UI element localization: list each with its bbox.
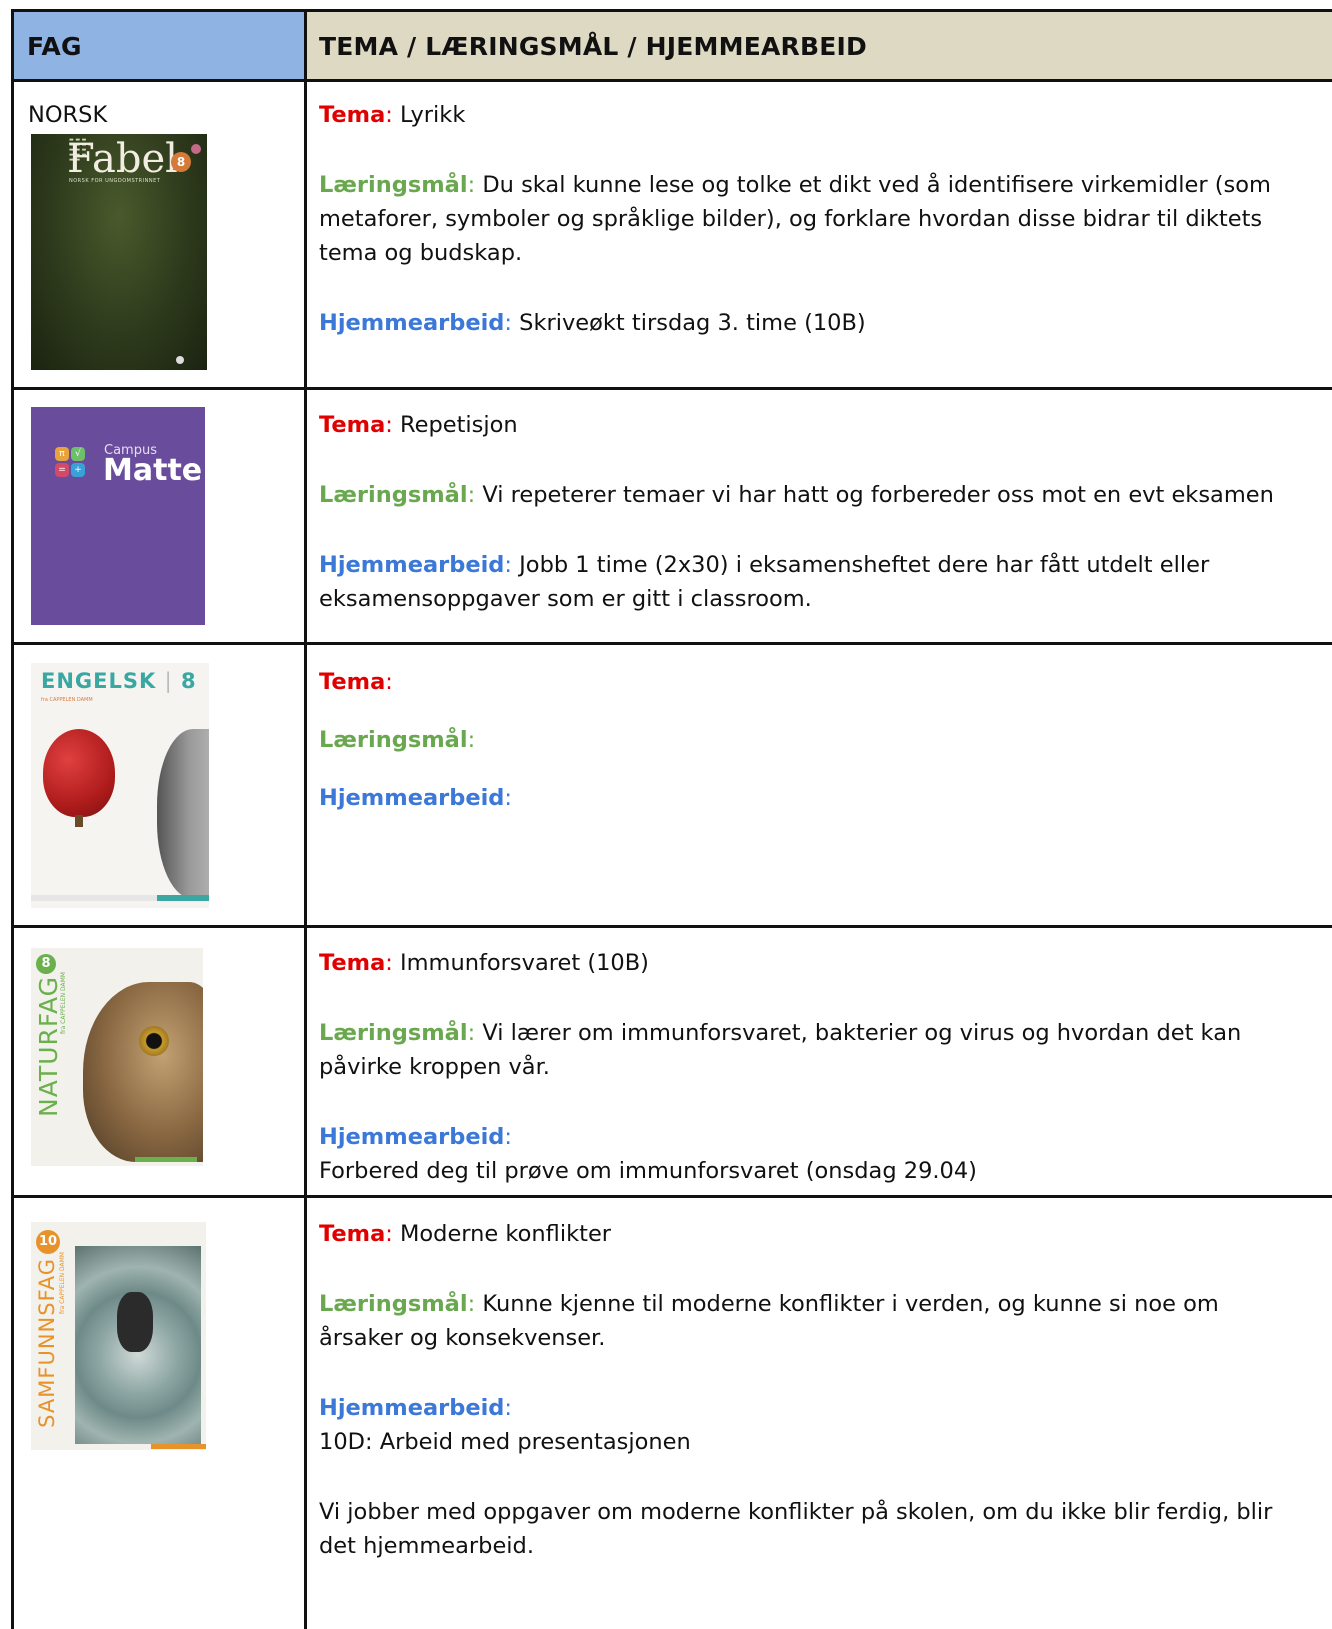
- naturfag-book-cover: 8 NATURFAG fra CAPPELEN DAMM: [31, 948, 203, 1166]
- row-divider: [14, 925, 1332, 928]
- cell-engelsk-content: Tema: Læringsmål: Hjemmearbeid:: [319, 665, 1291, 851]
- tema-line: Tema: Moderne konflikter: [319, 1221, 612, 1247]
- person-silhouette: [117, 1292, 153, 1352]
- tema-line: Tema: Lyrikk: [319, 102, 466, 128]
- laeringsmal-line: Læringsmål: Kunne kjenne til moderne kon…: [319, 1291, 1219, 1351]
- cover-dot: [191, 144, 201, 154]
- cover-footer-accent: [157, 895, 209, 901]
- face-photo: [157, 729, 209, 899]
- cell-samfunnsfag-content: Tema: Moderne konflikter Læringsmål: Kun…: [319, 1217, 1291, 1599]
- hjemmearbeid-label: Hjemmearbeid:: [319, 1395, 513, 1421]
- header-tema-cell: TEMA / LÆRINGSMÅL / HJEMMEARBEID: [307, 12, 1332, 79]
- row-divider: [14, 387, 1332, 390]
- cover-publisher: fra CAPPELEN DAMM: [59, 1252, 66, 1314]
- header-fag-label: FAG: [27, 32, 82, 61]
- column-divider: [304, 12, 307, 1629]
- hjemmearbeid-line: Hjemmearbeid: Jobb 1 time (2x30) i eksam…: [319, 552, 1210, 612]
- cover-title: Matte: [103, 453, 203, 488]
- owl-eye: [139, 1026, 169, 1056]
- cover-publisher: fra CAPPELEN DAMM: [60, 972, 67, 1034]
- tema-line: Tema: Immunforsvaret (10B): [319, 950, 649, 976]
- hjemmearbeid-text: Vi jobber med oppgaver om moderne konfli…: [319, 1499, 1273, 1559]
- campus-matte-book-cover: π √ = + Campus Matte: [31, 407, 205, 625]
- math-symbols-icon: π √ = +: [55, 447, 85, 477]
- header-tema-label: TEMA / LÆRINGSMÅL / HJEMMEARBEID: [319, 32, 867, 61]
- cell-matte-content: Tema: Repetisjon Læringsmål: Vi repetere…: [319, 408, 1291, 652]
- cover-level-badge: 8: [171, 152, 191, 172]
- samfunnsfag-book-cover: 10 SAMFUNNSFAG fra CAPPELEN DAMM: [31, 1222, 206, 1450]
- cover-title: NATURFAG: [34, 976, 63, 1117]
- owl-photo: [83, 982, 203, 1162]
- cover-title: Fabel: [67, 136, 178, 182]
- cell-naturfag-content: Tema: Immunforsvaret (10B) Læringsmål: V…: [319, 946, 1291, 1224]
- hjemmearbeid-line: Hjemmearbeid: Skriveøkt tirsdag 3. time …: [319, 310, 866, 336]
- laeringsmal-line: Læringsmål: Vi lærer om immunforsvaret, …: [319, 1020, 1242, 1080]
- cover-footer-accent: [135, 1157, 197, 1162]
- subject-norsk: NORSK: [28, 102, 108, 128]
- week-plan-table: FAG TEMA / LÆRINGSMÅL / HJEMMEARBEID NOR…: [11, 9, 1332, 1629]
- cover-title: ENGELSK | 8: [41, 669, 197, 693]
- fabel-book-cover: ▬ ▬ ▬ ▬ ▬ ▬ ▬ ▬ ▬ ▬ ▬ ▬ ▬ ▬ ▬ Fabel 8 NORSK …: [31, 134, 207, 370]
- header-fag-cell: FAG: [14, 12, 304, 79]
- cover-subtitle: NORSK FOR UNGDOMSTRINNET: [69, 178, 161, 184]
- cover-title: SAMFUNNSFAG: [35, 1258, 59, 1428]
- hjemmearbeid-text: Forbered deg til prøve om immunforsvaret…: [319, 1158, 977, 1184]
- publisher-logo-icon: [176, 356, 184, 364]
- hjemmearbeid-line: Hjemmearbeid:: [319, 785, 513, 811]
- balloon-basket: [75, 815, 83, 827]
- cover-level-badge: 10: [36, 1230, 60, 1254]
- cover-level-badge: 8: [36, 954, 56, 974]
- balloon-illustration: [43, 729, 115, 817]
- engelsk-book-cover: ENGELSK | 8 fra CAPPELEN DAMM: [31, 663, 209, 908]
- hjemmearbeid-text: 10D: Arbeid med presentasjonen: [319, 1429, 691, 1455]
- tema-line: Tema: Repetisjon: [319, 412, 518, 438]
- cover-publisher: fra CAPPELEN DAMM: [41, 697, 93, 703]
- cover-footer-accent: [151, 1444, 206, 1449]
- tema-line: Tema:: [319, 669, 393, 695]
- laeringsmal-line: Læringsmål: Du skal kunne lese og tolke …: [319, 172, 1271, 266]
- cell-norsk-content: Tema: Lyrikk Læringsmål: Du skal kunne l…: [319, 98, 1291, 376]
- row-divider: [14, 79, 1332, 82]
- hjemmearbeid-label: Hjemmearbeid:: [319, 1124, 513, 1150]
- laeringsmal-line: Læringsmål:: [319, 727, 476, 753]
- laeringsmal-line: Læringsmål: Vi repeterer temaer vi har h…: [319, 482, 1274, 508]
